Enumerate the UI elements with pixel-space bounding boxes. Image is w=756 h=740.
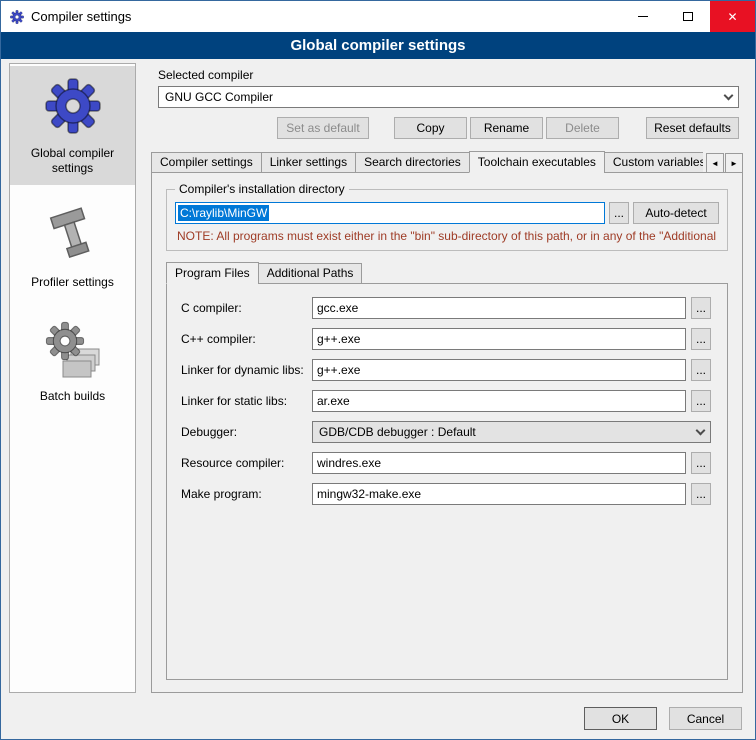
chevron-down-icon: [724, 90, 734, 100]
linker-dynamic-input[interactable]: g++.exe: [312, 359, 686, 381]
sidebar-item-label: Profiler settings: [12, 275, 133, 290]
sidebar-item-global-compiler-settings[interactable]: Global compiler settings: [10, 66, 135, 185]
tab-scroll-buttons: ◄ ►: [705, 153, 743, 173]
c-compiler-label: C compiler:: [181, 301, 307, 315]
linker-static-input[interactable]: ar.exe: [312, 390, 686, 412]
tab-toolchain-executables[interactable]: Toolchain executables: [469, 151, 605, 173]
set-as-default-button[interactable]: Set as default: [277, 117, 369, 139]
chevron-down-icon: [696, 425, 706, 435]
settings-category-list: Global compiler settings Profiler settin…: [9, 63, 136, 693]
cancel-button[interactable]: Cancel: [669, 707, 742, 730]
linker-static-browse-button[interactable]: ...: [691, 390, 711, 412]
minimize-icon: [638, 16, 648, 17]
maximize-icon: [683, 12, 693, 21]
installation-directory-selected-text: C:\raylib\MinGW: [178, 205, 269, 221]
dialog-content: Global compiler settings Profiler settin…: [1, 59, 755, 739]
resource-compiler-label: Resource compiler:: [181, 456, 307, 470]
batch-builds-icon: [41, 317, 105, 381]
c-compiler-browse-button[interactable]: ...: [691, 297, 711, 319]
profiler-tool-icon: [41, 203, 105, 267]
tab-compiler-settings[interactable]: Compiler settings: [151, 152, 262, 173]
cpp-compiler-browse-button[interactable]: ...: [691, 328, 711, 350]
installation-directory-group: Compiler's installation directory C:\ray…: [166, 189, 728, 251]
tab-scroll-right-button[interactable]: ►: [725, 153, 743, 173]
form-row-c-compiler: C compiler: gcc.exe ...: [181, 297, 711, 319]
resource-compiler-input[interactable]: windres.exe: [312, 452, 686, 474]
form-row-linker-static: Linker for static libs: ar.exe ...: [181, 390, 711, 412]
form-row-make-program: Make program: mingw32-make.exe ...: [181, 483, 711, 505]
cpp-compiler-input[interactable]: g++.exe: [312, 328, 686, 350]
reset-defaults-button[interactable]: Reset defaults: [646, 117, 739, 139]
compiler-action-buttons: Set as default Copy Rename Delete Reset …: [158, 117, 739, 139]
tab-search-directories[interactable]: Search directories: [355, 152, 470, 173]
close-icon: ✕: [727, 10, 737, 24]
minimize-button[interactable]: [620, 1, 665, 32]
program-files-tab-strip: Program Files Additional Paths: [166, 263, 734, 284]
delete-button[interactable]: Delete: [546, 117, 619, 139]
main-settings-area: Selected compiler GNU GCC Compiler Set a…: [146, 63, 747, 693]
rename-button[interactable]: Rename: [470, 117, 543, 139]
sidebar-item-profiler-settings[interactable]: Profiler settings: [10, 195, 135, 299]
installation-directory-group-label: Compiler's installation directory: [175, 182, 349, 196]
sidebar-item-label: Batch builds: [12, 389, 133, 404]
tab-program-files[interactable]: Program Files: [166, 262, 259, 284]
window-title: Compiler settings: [31, 9, 620, 24]
form-row-cpp-compiler: C++ compiler: g++.exe ...: [181, 328, 711, 350]
sidebar-item-label: Global compiler settings: [12, 146, 133, 176]
installation-directory-input[interactable]: C:\raylib\MinGW: [175, 202, 605, 224]
tab-linker-settings[interactable]: Linker settings: [261, 152, 356, 173]
bin-subdirectory-note: NOTE: All programs must exist either in …: [177, 229, 719, 243]
resource-compiler-browse-button[interactable]: ...: [691, 452, 711, 474]
tab-custom-variables[interactable]: Custom variables: [604, 152, 703, 173]
make-program-label: Make program:: [181, 487, 307, 501]
left-arrow-icon: ◄: [711, 159, 719, 168]
titlebar: Compiler settings ✕: [1, 1, 755, 32]
make-program-input[interactable]: mingw32-make.exe: [312, 483, 686, 505]
dialog-footer: OK Cancel: [584, 707, 742, 730]
tab-scroll-left-button[interactable]: ◄: [706, 153, 724, 173]
form-row-debugger: Debugger: GDB/CDB debugger : Default: [181, 421, 711, 443]
linker-dynamic-browse-button[interactable]: ...: [691, 359, 711, 381]
close-button[interactable]: ✕: [710, 1, 755, 32]
installation-directory-row: C:\raylib\MinGW ... Auto-detect: [175, 202, 719, 224]
linker-static-label: Linker for static libs:: [181, 394, 307, 408]
selected-compiler-dropdown[interactable]: GNU GCC Compiler: [158, 86, 739, 108]
debugger-value: GDB/CDB debugger : Default: [319, 425, 697, 439]
auto-detect-button[interactable]: Auto-detect: [633, 202, 719, 224]
installation-directory-browse-button[interactable]: ...: [609, 202, 629, 224]
debugger-label: Debugger:: [181, 425, 307, 439]
toolchain-executables-panel: Compiler's installation directory C:\ray…: [151, 172, 743, 693]
sidebar-item-batch-builds[interactable]: Batch builds: [10, 309, 135, 413]
selected-compiler-label: Selected compiler: [158, 68, 747, 82]
maximize-button[interactable]: [665, 1, 710, 32]
program-files-panel: C compiler: gcc.exe ... C++ compiler: g+…: [166, 283, 728, 680]
right-arrow-icon: ►: [730, 159, 738, 168]
settings-tab-strip: Compiler settings Linker settings Search…: [151, 151, 743, 173]
ok-button[interactable]: OK: [584, 707, 657, 730]
compiler-settings-dialog: Compiler settings ✕ Global compiler sett…: [0, 0, 756, 740]
form-row-resource-compiler: Resource compiler: windres.exe ...: [181, 452, 711, 474]
make-program-browse-button[interactable]: ...: [691, 483, 711, 505]
blue-gear-icon: [41, 74, 105, 138]
debugger-dropdown[interactable]: GDB/CDB debugger : Default: [312, 421, 711, 443]
copy-button[interactable]: Copy: [394, 117, 467, 139]
selected-compiler-value: GNU GCC Compiler: [165, 90, 725, 104]
form-row-linker-dynamic: Linker for dynamic libs: g++.exe ...: [181, 359, 711, 381]
page-title: Global compiler settings: [1, 32, 755, 59]
c-compiler-input[interactable]: gcc.exe: [312, 297, 686, 319]
tab-additional-paths[interactable]: Additional Paths: [258, 263, 363, 284]
app-gear-icon: [9, 9, 25, 25]
cpp-compiler-label: C++ compiler:: [181, 332, 307, 346]
linker-dynamic-label: Linker for dynamic libs:: [181, 363, 307, 377]
tabs-viewport: Compiler settings Linker settings Search…: [151, 151, 703, 173]
